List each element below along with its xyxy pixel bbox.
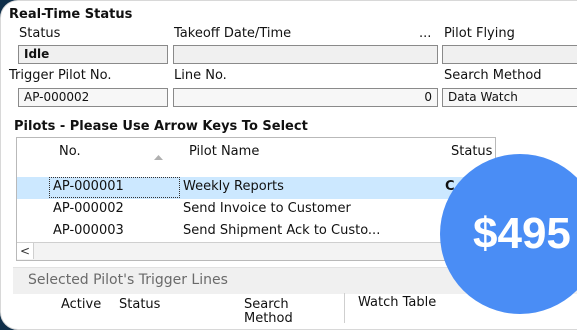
- trigger-lines-title: Selected Pilot's Trigger Lines: [28, 272, 228, 288]
- table-row[interactable]: AP-000003 Send Shipment Ack to Custo...: [17, 221, 495, 243]
- column-header-active[interactable]: Active: [61, 297, 101, 312]
- column-header-watch-table[interactable]: Watch Table: [358, 295, 436, 310]
- price-text: $495: [473, 209, 571, 258]
- search-method-label: Search Method: [444, 68, 542, 83]
- trigger-pilot-field[interactable]: AP-000002: [18, 88, 168, 107]
- takeoff-ellipsis: ...: [419, 26, 432, 41]
- column-header-search-method-line2[interactable]: Method: [244, 311, 293, 326]
- table-row[interactable]: AP-000002 Send Invoice to Customer: [17, 199, 495, 221]
- scroll-left-button[interactable]: <: [17, 243, 34, 259]
- pilot-flying-field[interactable]: [442, 45, 577, 64]
- column-header-trigger-status[interactable]: Status: [119, 297, 160, 312]
- search-method-field[interactable]: Data Watch: [442, 88, 577, 107]
- status-label: Status: [19, 26, 61, 41]
- pilot-flying-label: Pilot Flying: [444, 26, 515, 41]
- column-header-search-method[interactable]: Search: [244, 297, 289, 312]
- line-no-label: Line No.: [174, 68, 227, 83]
- takeoff-label: Takeoff Date/Time: [174, 26, 292, 41]
- status-field[interactable]: Idle: [18, 45, 168, 64]
- pilots-grid[interactable]: No. Pilot Name Status AP-000001 Weekly R…: [16, 137, 496, 261]
- takeoff-field[interactable]: [173, 45, 438, 64]
- column-divider: [344, 293, 345, 323]
- column-header-pilot-name[interactable]: Pilot Name: [189, 144, 259, 159]
- sort-ascending-icon: [154, 155, 163, 160]
- trigger-pilot-label: Trigger Pilot No.: [9, 68, 112, 83]
- status-value: Idle: [24, 47, 50, 61]
- column-header-no[interactable]: No.: [59, 144, 81, 159]
- line-no-field[interactable]: 0: [173, 88, 438, 107]
- pilot-no: AP-000001: [53, 179, 124, 194]
- pilot-no: AP-000002: [53, 201, 124, 216]
- table-row[interactable]: AP-000001 Weekly Reports C: [17, 177, 495, 199]
- pilots-title: Pilots - Please Use Arrow Keys To Select: [14, 119, 308, 134]
- realtime-status-title: Real-Time Status: [9, 7, 133, 22]
- pilot-name: Send Invoice to Customer: [183, 201, 351, 216]
- column-header-status[interactable]: Status: [451, 144, 492, 159]
- line-no-value: 0: [424, 90, 432, 104]
- pilot-no: AP-000003: [53, 223, 124, 238]
- search-method-value: Data Watch: [448, 90, 518, 104]
- horizontal-scrollbar[interactable]: <: [17, 242, 495, 260]
- trigger-pilot-value: AP-000002: [24, 90, 90, 104]
- pilot-name: Weekly Reports: [183, 179, 284, 194]
- pilot-name: Send Shipment Ack to Custo...: [183, 223, 381, 238]
